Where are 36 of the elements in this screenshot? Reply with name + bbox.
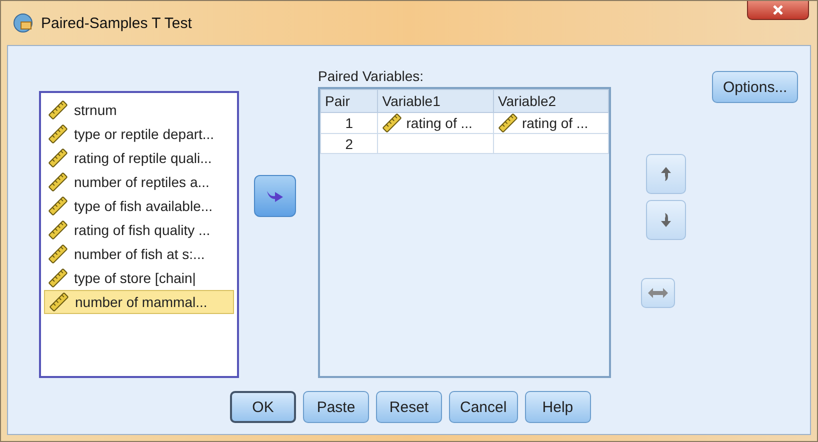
dialog-button[interactable]: OK [230,391,296,423]
variable-item[interactable]: number of reptiles a... [44,170,234,194]
move-up-button[interactable] [646,154,686,194]
move-button[interactable] [254,175,296,217]
variable-item[interactable]: number of mammal... [44,290,234,314]
variable-item[interactable]: strnum [44,98,234,122]
paired-variables-label: Paired Variables: [318,68,425,86]
swap-button[interactable] [641,278,675,308]
close-icon [772,4,784,16]
column-header: Variable1 [378,90,494,112]
swap-arrows-icon [648,288,668,298]
table-cell[interactable]: rating of ... [493,112,608,134]
paired-variables-table[interactable]: Pair Variable1 Variable2 1 rating of ... rating of ... 2 [318,87,611,378]
variable-item[interactable]: type of store [chain| [44,266,234,290]
variable-item[interactable]: rating of fish quality ... [44,218,234,242]
dialog-button[interactable]: Reset [376,391,442,423]
up-arrow-icon [660,166,672,182]
variable-item[interactable]: type or reptile depart... [44,122,234,146]
window-title: Paired-Samples T Test [41,14,192,32]
dialog-button[interactable]: Paste [303,391,369,423]
variable-item[interactable]: type of fish available... [44,194,234,218]
pair-number: 1 [320,112,378,134]
options-button[interactable]: Options... [712,71,798,103]
table-cell[interactable]: rating of ... [378,112,494,134]
variable-item[interactable]: rating of reptile quali... [44,146,234,170]
down-arrow-icon [660,212,672,228]
close-button[interactable] [747,1,809,20]
column-header: Pair [320,90,378,112]
pair-number: 2 [320,134,378,154]
dialog-button[interactable]: Cancel [449,391,518,423]
dialog-button[interactable]: Help [524,391,591,423]
column-header: Variable2 [493,90,608,112]
variable-item[interactable]: number of fish at s:... [44,242,234,266]
app-icon [13,13,33,33]
move-down-button[interactable] [646,200,686,240]
variable-list[interactable] [39,91,239,378]
